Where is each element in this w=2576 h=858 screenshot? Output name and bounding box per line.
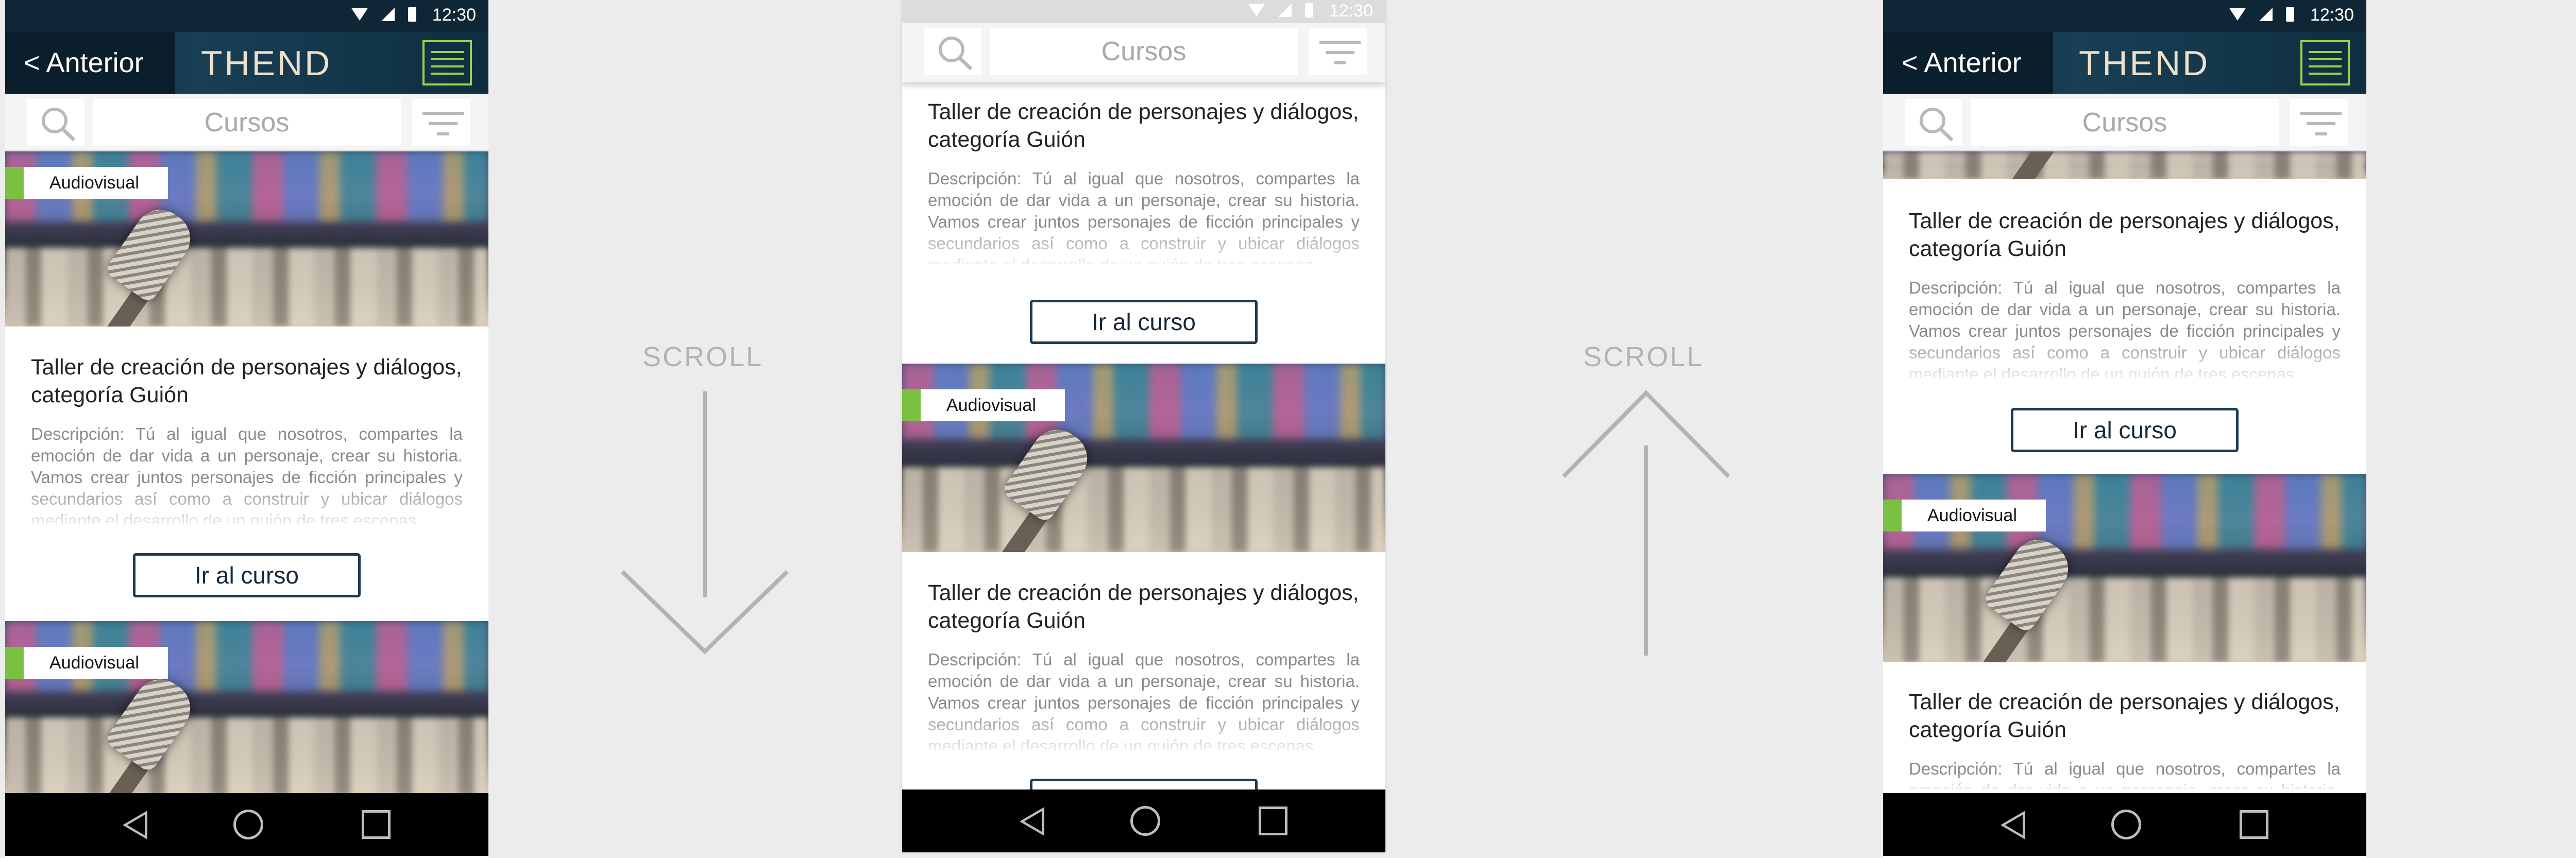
status-bar: 12:30 bbox=[5, 0, 488, 32]
phone-screen-scrolled: 12:30 Cursos Taller de creación de perso… bbox=[902, 0, 1385, 852]
back-button[interactable]: < Anterior bbox=[1883, 32, 2053, 94]
system-nav-bar bbox=[902, 790, 1385, 852]
battery-icon bbox=[408, 7, 416, 22]
phone-screen-initial: 12:30 < Anterior THEND Cursos Audiovisua… bbox=[5, 0, 488, 858]
phone-screen-scrolled-back: 12:30 < Anterior THEND Cursos Taller de … bbox=[1883, 0, 2366, 858]
filter-icon bbox=[2300, 112, 2342, 135]
menu-button[interactable] bbox=[2300, 40, 2350, 85]
nav-home-icon[interactable] bbox=[1130, 806, 1160, 836]
scroll-up-label: SCROLL bbox=[1583, 341, 1704, 372]
course-image[interactable]: Audiovisual bbox=[902, 364, 1385, 552]
nav-home-icon[interactable] bbox=[233, 810, 263, 839]
go-to-course-button[interactable]: Ir al curso bbox=[2011, 408, 2239, 452]
go-to-course-button[interactable]: Ir al curso bbox=[133, 553, 361, 597]
search-button[interactable] bbox=[924, 28, 981, 75]
status-bar: 12:30 bbox=[902, 0, 1385, 23]
course-card: Taller de creación de personajes y diálo… bbox=[1883, 662, 2366, 796]
course-card: Taller de creación de personajes y diálo… bbox=[902, 552, 1385, 823]
course-title: Taller de creación de personajes y diálo… bbox=[1909, 690, 2340, 742]
system-nav-bar bbox=[5, 793, 488, 856]
filter-icon bbox=[422, 112, 464, 135]
category-badge: Audiovisual bbox=[5, 167, 168, 199]
search-icon bbox=[939, 37, 973, 71]
nav-recent-icon[interactable] bbox=[362, 810, 391, 839]
top-nav: < Anterior THEND bbox=[5, 32, 488, 94]
menu-icon bbox=[431, 51, 464, 53]
course-image[interactable]: Audiovisual bbox=[5, 621, 488, 796]
system-nav-bar bbox=[1883, 793, 2366, 856]
filter-icon bbox=[1319, 41, 1361, 64]
category-badge: Audiovisual bbox=[1883, 500, 2046, 531]
status-time: 12:30 bbox=[2310, 5, 2354, 25]
scroll-down-label: SCROLL bbox=[642, 341, 764, 372]
search-icon bbox=[1920, 108, 1954, 142]
battery-icon bbox=[1305, 3, 1313, 18]
status-time: 12:30 bbox=[432, 5, 476, 25]
course-title: Taller de creación de personajes y diálo… bbox=[928, 580, 1359, 633]
search-input[interactable]: Cursos bbox=[990, 28, 1298, 75]
signal-icon bbox=[1278, 4, 1292, 17]
category-badge: Audiovisual bbox=[902, 389, 1065, 421]
course-image[interactable]: Audiovisual bbox=[5, 151, 488, 327]
menu-button[interactable] bbox=[422, 40, 472, 85]
course-title: Taller de creación de personajes y diálo… bbox=[31, 355, 462, 407]
filter-button[interactable] bbox=[1309, 28, 1367, 75]
filter-button[interactable] bbox=[412, 99, 470, 146]
top-nav: < Anterior THEND bbox=[1883, 32, 2366, 94]
nav-back-icon[interactable] bbox=[2001, 811, 2025, 839]
go-to-course-button[interactable]: Ir al curso bbox=[1030, 300, 1258, 344]
search-input[interactable]: Cursos bbox=[93, 99, 401, 146]
wifi-icon bbox=[2229, 8, 2246, 21]
filter-button[interactable] bbox=[2290, 99, 2348, 146]
flow-canvas: 12:30 < Anterior THEND Cursos Audiovisua… bbox=[0, 0, 2576, 858]
status-bar: 12:30 bbox=[1883, 0, 2366, 32]
nav-recent-icon[interactable] bbox=[1259, 806, 1287, 835]
status-time: 12:30 bbox=[1329, 1, 1373, 21]
menu-icon bbox=[2309, 51, 2342, 53]
nav-home-icon[interactable] bbox=[2111, 810, 2141, 839]
wifi-icon bbox=[351, 8, 368, 21]
signal-icon bbox=[381, 8, 395, 21]
nav-back-icon[interactable] bbox=[1020, 807, 1044, 836]
wifi-icon bbox=[1248, 4, 1265, 16]
course-title: Taller de creación de personajes y diálo… bbox=[928, 99, 1359, 152]
course-description: Descripción: Tú al igual que nosotros, c… bbox=[928, 169, 1360, 264]
nav-back-icon[interactable] bbox=[123, 811, 147, 839]
course-description: Descripción: Tú al igual que nosotros, c… bbox=[1909, 278, 2341, 378]
search-button[interactable] bbox=[1905, 99, 1962, 146]
course-card: Taller de creación de personajes y diálo… bbox=[5, 327, 488, 615]
course-card: Taller de creación de personajes y diálo… bbox=[902, 83, 1385, 362]
back-button[interactable]: < Anterior bbox=[5, 32, 175, 94]
app-logo: THEND bbox=[201, 44, 332, 83]
course-image[interactable] bbox=[1883, 151, 2366, 179]
search-bar: Cursos bbox=[5, 94, 488, 151]
search-bar: Cursos bbox=[902, 23, 1385, 83]
battery-icon bbox=[2286, 7, 2294, 22]
course-image[interactable]: Audiovisual bbox=[1883, 474, 2366, 662]
course-description: Descripción: Tú al igual que nosotros, c… bbox=[928, 650, 1360, 750]
course-title: Taller de creación de personajes y diálo… bbox=[1909, 209, 2340, 261]
course-description: Descripción: Tú al igual que nosotros, c… bbox=[31, 424, 463, 524]
category-badge: Audiovisual bbox=[5, 647, 168, 679]
app-logo: THEND bbox=[2079, 44, 2210, 83]
search-icon bbox=[42, 108, 76, 142]
course-card: Taller de creación de personajes y diálo… bbox=[1883, 179, 2366, 473]
search-bar: Cursos bbox=[1883, 94, 2366, 151]
nav-recent-icon[interactable] bbox=[2240, 810, 2268, 839]
signal-icon bbox=[2259, 8, 2273, 21]
search-button[interactable] bbox=[27, 99, 84, 146]
course-description: Descripción: Tú al igual que nosotros, c… bbox=[1909, 759, 2341, 789]
search-input[interactable]: Cursos bbox=[1971, 99, 2279, 146]
